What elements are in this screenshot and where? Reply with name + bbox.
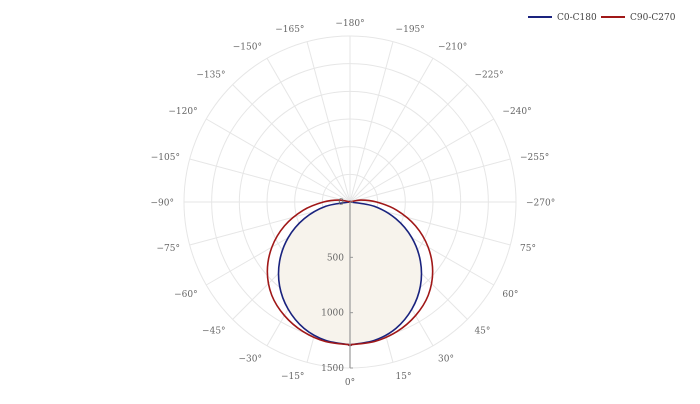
angle-tick-label: −45° <box>202 326 226 336</box>
grid-spoke <box>349 57 434 203</box>
angle-tick-label: −210° <box>438 43 467 53</box>
angle-tick-label: 30° <box>438 354 454 364</box>
legend-item-c0-c180[interactable]: C0-C180 <box>528 13 597 23</box>
angle-tick-label: 15° <box>396 372 412 382</box>
angle-tick-label: −15° <box>281 372 305 382</box>
grid-spoke <box>266 57 351 203</box>
legend-item-c90-c270[interactable]: C90-C270 <box>601 13 676 23</box>
radial-tick-label: 1000 <box>321 309 344 319</box>
grid-spoke <box>349 84 468 203</box>
angle-tick-label: −270° <box>526 199 555 209</box>
radial-tick-label: 1500 <box>321 364 344 374</box>
grid-spoke <box>232 84 351 203</box>
angle-tick-label: 60° <box>502 290 518 300</box>
angle-tick-label: −75° <box>156 244 180 254</box>
angle-tick-label: −105° <box>151 153 180 163</box>
polar-chart: 0 500 1000 1500 0° 15° 30° 45° 60° 75° −270° −255°… <box>151 13 676 388</box>
angle-tick-label: −225° <box>474 71 503 81</box>
angle-tick-label: −60° <box>174 290 198 300</box>
angle-tick-label: −240° <box>502 107 531 117</box>
grid-spoke <box>205 118 351 203</box>
radial-tick-label: 500 <box>327 253 344 263</box>
angle-tick-label: −120° <box>168 107 197 117</box>
angle-tick-label: 75° <box>520 244 536 254</box>
angle-tick-label: 0° <box>345 378 355 388</box>
angle-tick-label: −90° <box>151 199 175 209</box>
angle-tick-label: −165° <box>275 25 304 35</box>
angle-tick-label: 45° <box>474 326 490 336</box>
angle-tick-label: −150° <box>233 43 262 53</box>
legend-label: C0-C180 <box>557 13 597 23</box>
legend[interactable]: C0-C180 C90-C270 <box>528 13 676 23</box>
angle-tick-label: −180° <box>335 19 364 29</box>
angle-tick-label: −30° <box>239 354 263 364</box>
angle-tick-label: −195° <box>396 25 425 35</box>
legend-label: C90-C270 <box>630 13 676 23</box>
angle-tick-label: −135° <box>196 71 225 81</box>
angle-tick-label: −255° <box>520 153 549 163</box>
radial-tick-label: 0 <box>338 198 344 208</box>
grid-spoke <box>349 118 495 203</box>
